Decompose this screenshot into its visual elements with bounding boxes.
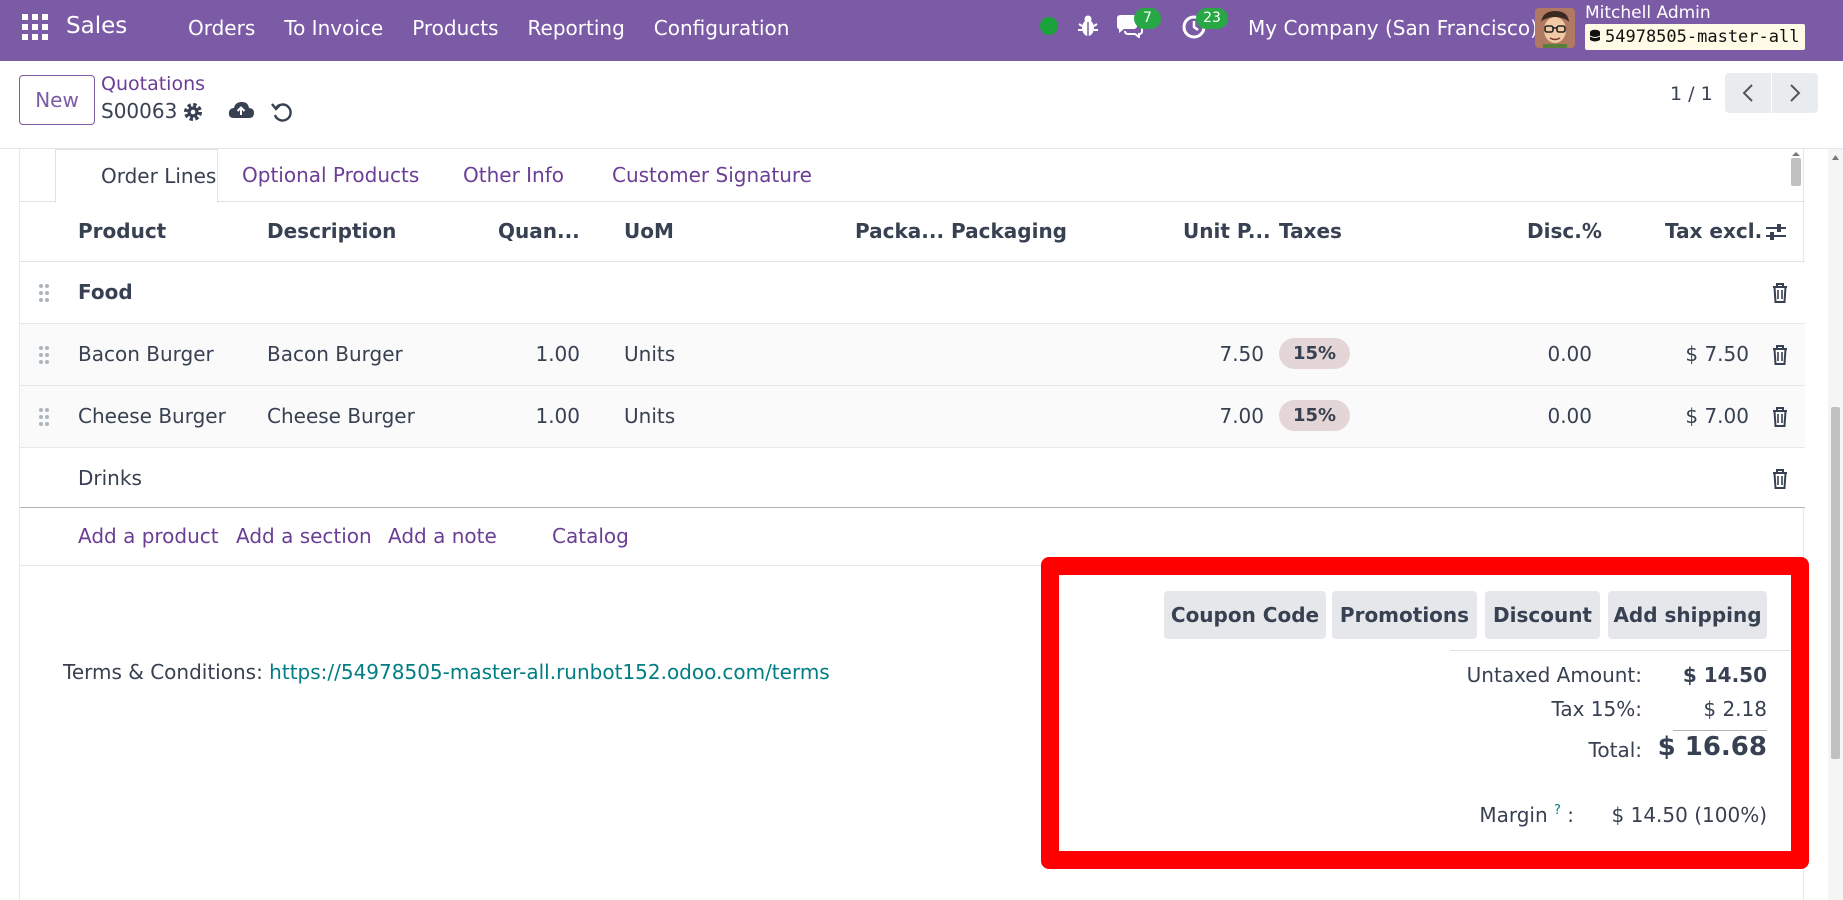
line-subtotal: $ 7.00 [1685, 404, 1749, 428]
page-scrollbar-thumb[interactable] [1831, 407, 1840, 759]
line-product[interactable]: Bacon Burger [78, 342, 214, 366]
line-quantity[interactable]: 1.00 [500, 342, 580, 366]
activity-count-badge: 23 [1196, 8, 1228, 29]
add-section-link[interactable]: Add a section [236, 524, 372, 548]
trash-icon[interactable] [1771, 406, 1789, 428]
line-uom[interactable]: Units [624, 404, 675, 428]
gear-icon[interactable] [182, 101, 204, 123]
drag-handle-icon[interactable] [38, 406, 50, 428]
line-quantity[interactable]: 1.00 [500, 404, 580, 428]
header-discount[interactable]: Disc.% [1527, 219, 1602, 243]
user-avatar-image [1535, 8, 1575, 48]
section-row-drinks[interactable]: Drinks [20, 448, 1805, 508]
line-description[interactable]: Cheese Burger [267, 404, 415, 428]
database-name: 54978505-master-all [1605, 27, 1800, 47]
breadcrumb-quotations[interactable]: Quotations [101, 73, 205, 95]
chevron-right-icon [1790, 84, 1801, 102]
presence-status-icon [1040, 17, 1058, 35]
chevron-left-icon [1742, 84, 1753, 102]
optional-columns-icon[interactable] [1765, 222, 1787, 242]
inner-scrollbar-thumb[interactable] [1791, 158, 1801, 186]
trash-icon[interactable] [1771, 282, 1789, 304]
database-badge: 54978505-master-all [1585, 24, 1806, 50]
section-name[interactable]: Food [78, 280, 133, 304]
database-icon [1589, 29, 1601, 42]
table-header: Product Description Quan... UoM Packa...… [20, 202, 1805, 262]
header-quantity[interactable]: Quan... [498, 219, 580, 243]
new-button[interactable]: New [19, 75, 95, 125]
drag-handle-icon[interactable] [38, 282, 50, 304]
scroll-up-arrow-icon [1792, 152, 1800, 156]
header-packaging-qty[interactable]: Packa... [855, 219, 944, 243]
table-row[interactable]: Cheese Burger Cheese Burger 1.00 Units 7… [20, 386, 1805, 448]
app-brand[interactable]: Sales [66, 13, 127, 39]
section-row-food[interactable]: Food [20, 262, 1805, 324]
line-subtotal: $ 7.50 [1685, 342, 1749, 366]
control-panel: New Quotations S00063 1 / 1 [0, 61, 1843, 149]
table-row[interactable]: Bacon Burger Bacon Burger 1.00 Units 7.5… [20, 324, 1805, 386]
page-scrollbar[interactable] [1828, 149, 1843, 900]
menu-reporting[interactable]: Reporting [528, 16, 625, 40]
pager-value[interactable]: 1 / 1 [1670, 83, 1713, 105]
tax-badge[interactable]: 15% [1279, 338, 1351, 369]
debug-bug-icon[interactable] [1077, 14, 1099, 38]
line-discount[interactable]: 0.00 [1520, 342, 1592, 366]
line-unit-price[interactable]: 7.50 [1180, 342, 1264, 366]
record-name: S00063 [101, 99, 178, 123]
main-menu: Orders To Invoice Products Reporting Con… [188, 16, 789, 40]
tab-order-lines[interactable]: Order Lines [55, 149, 218, 203]
terms-link[interactable]: https://54978505-master-all.runbot152.od… [269, 660, 830, 684]
terms-conditions: Terms & Conditions: https://54978505-mas… [63, 660, 830, 684]
inner-scrollbar[interactable] [1789, 150, 1803, 202]
user-avatar[interactable] [1535, 8, 1575, 48]
pager-next-button[interactable] [1772, 73, 1818, 113]
header-unit-price[interactable]: Unit P... [1183, 219, 1271, 243]
header-subtotal[interactable]: Tax excl. [1665, 219, 1762, 243]
messages-count-badge: 7 [1134, 8, 1161, 29]
header-packaging[interactable]: Packaging [951, 219, 1067, 243]
header-uom[interactable]: UoM [624, 219, 674, 243]
header-product[interactable]: Product [78, 219, 166, 243]
add-product-link[interactable]: Add a product [78, 524, 219, 548]
menu-orders[interactable]: Orders [188, 16, 255, 40]
company-switcher[interactable]: My Company (San Francisco) [1248, 16, 1538, 40]
user-name[interactable]: Mitchell Admin [1585, 3, 1711, 23]
line-discount[interactable]: 0.00 [1520, 404, 1592, 428]
pager-previous-button[interactable] [1725, 73, 1771, 113]
trash-icon[interactable] [1771, 344, 1789, 366]
tab-customer-signature[interactable]: Customer Signature [612, 163, 812, 187]
section-name-input[interactable]: Drinks [78, 466, 142, 490]
discard-undo-icon[interactable] [270, 100, 294, 124]
header-taxes[interactable]: Taxes [1279, 219, 1342, 243]
line-unit-price[interactable]: 7.00 [1180, 404, 1264, 428]
line-product[interactable]: Cheese Burger [78, 404, 226, 428]
trash-icon[interactable] [1771, 468, 1789, 490]
menu-products[interactable]: Products [412, 16, 498, 40]
tab-other-info[interactable]: Other Info [463, 163, 564, 187]
tab-order-lines-label: Order Lines [101, 164, 217, 188]
line-description[interactable]: Bacon Burger [267, 342, 403, 366]
scroll-up-arrow-icon [1832, 155, 1839, 160]
header-description[interactable]: Description [267, 219, 396, 243]
tab-optional-products[interactable]: Optional Products [242, 163, 419, 187]
app-menu-icon[interactable] [22, 14, 48, 40]
save-cloud-icon[interactable] [227, 99, 255, 123]
top-navbar: Sales Orders To Invoice Products Reporti… [0, 0, 1843, 61]
notebook-tabs: Order Lines Optional Products Other Info… [20, 149, 1805, 203]
menu-to-invoice[interactable]: To Invoice [284, 16, 383, 40]
add-note-link[interactable]: Add a note [388, 524, 497, 548]
highlight-box [1041, 557, 1809, 869]
drag-handle-icon[interactable] [38, 344, 50, 366]
terms-label: Terms & Conditions: [63, 660, 263, 684]
tax-badge[interactable]: 15% [1279, 400, 1351, 431]
menu-configuration[interactable]: Configuration [654, 16, 790, 40]
catalog-link[interactable]: Catalog [552, 524, 629, 548]
line-uom[interactable]: Units [624, 342, 675, 366]
